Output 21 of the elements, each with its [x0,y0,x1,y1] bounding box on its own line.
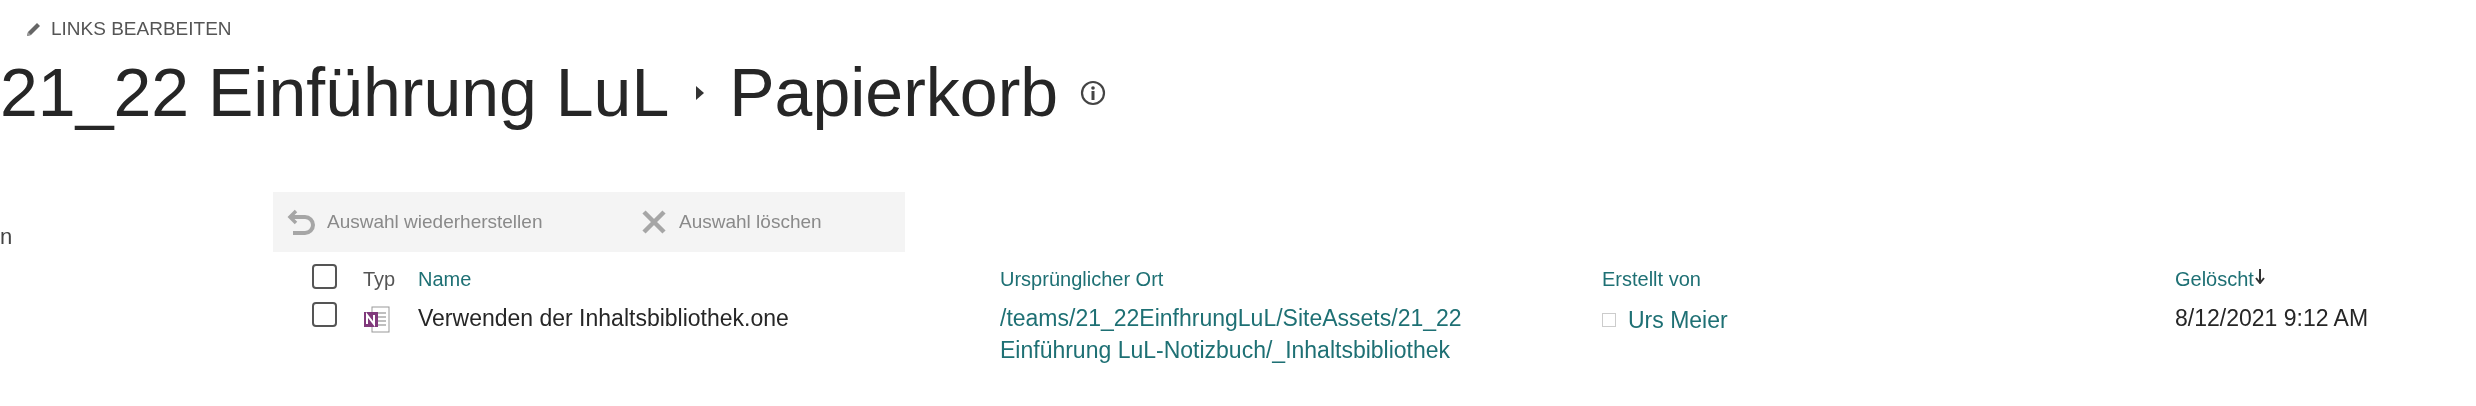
presence-icon [1602,313,1616,327]
column-header[interactable]: Ursprünglicher Ort [1000,264,1164,294]
close-icon [641,209,667,235]
select-all-checkbox[interactable] [312,264,337,289]
info-icon[interactable] [1080,80,1107,106]
edit-links-link[interactable]: LINKS BEARBEITEN [24,14,232,44]
user-link[interactable]: Urs Meier [1628,304,1728,336]
location-link[interactable]: /teams/21_22EinfhrungLuL/SiteAssets/21_22 Einführung LuL-Notizbuch/_Inhaltsbibliothek [1000,302,1602,366]
site-title-link[interactable]: 21_22 Einführung LuL [0,52,670,134]
row-checkbox[interactable] [312,302,337,327]
notebook-file-icon [363,306,390,334]
column-header: Typ [363,267,396,292]
column-header[interactable]: Erstellt von [1602,264,1701,294]
file-name: Verwenden der Inhaltsbibliothek.one [418,304,790,333]
sidebar-link[interactable]: n [0,220,13,253]
deleted-date: 8/12/2021 9:12 AM [2175,304,2370,333]
column-header[interactable]: Gelöscht [2175,264,2254,294]
undo-icon [287,208,315,236]
column-header[interactable]: Name [418,264,472,294]
page-title: Papierkorb [729,53,1059,133]
chevron-icon [695,85,706,101]
